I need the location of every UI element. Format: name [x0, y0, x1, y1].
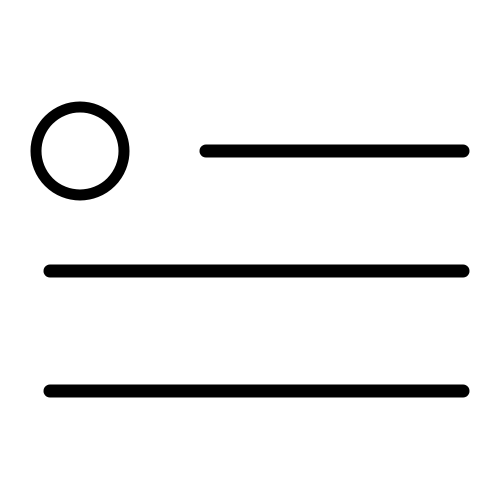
list-with-circle-icon — [30, 101, 470, 398]
circle-bullet-icon — [30, 101, 130, 201]
icon-canvas — [0, 0, 500, 500]
